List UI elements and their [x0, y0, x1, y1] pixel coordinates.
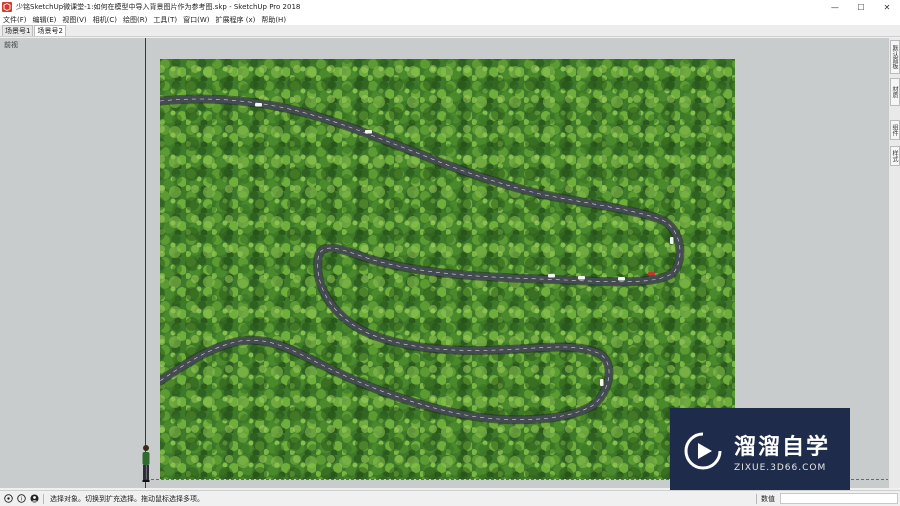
window-controls: — ☐ ✕ — [822, 0, 900, 14]
watermark-brand: 溜溜自学 — [734, 434, 831, 460]
credits-icon[interactable]: i — [16, 494, 26, 504]
scene-tab-2[interactable]: 场景号2 — [34, 25, 66, 36]
menu-edit[interactable]: 编辑(E) — [33, 15, 57, 25]
scene-tab-1[interactable]: 场景号1 — [2, 25, 34, 36]
default-tray: 默认面板 材质 组件 样式 — [888, 38, 900, 488]
play-logo-icon — [684, 432, 722, 469]
user-account-icon[interactable] — [29, 494, 39, 504]
reference-image[interactable] — [160, 59, 735, 479]
maximize-button[interactable]: ☐ — [848, 0, 874, 14]
blue-axis — [145, 38, 146, 488]
tray-tab-materials[interactable]: 材质 — [890, 78, 900, 106]
close-button[interactable]: ✕ — [874, 0, 900, 14]
measurements-label: 数值 — [756, 494, 775, 504]
tray-tab-styles[interactable]: 样式 — [890, 146, 900, 166]
measurements-input[interactable] — [780, 493, 898, 504]
watermark-url: ZIXUE.3D66.COM — [734, 462, 827, 473]
menu-bar: 文件(F) 编辑(E) 视图(V) 相机(C) 绘图(R) 工具(T) 窗口(W… — [0, 14, 900, 25]
scene-tab-bar: 场景号1 场景号2 — [0, 25, 900, 37]
svg-text:i: i — [20, 497, 22, 503]
title-bar: 少铭SketchUp微课堂-1:如何在模型中导入背景图片作为参考图.skp - … — [0, 0, 900, 14]
sketchup-app-icon — [2, 2, 12, 12]
menu-draw[interactable]: 绘图(R) — [123, 15, 147, 25]
status-bar: i 选择对象。切换到扩充选择。拖动鼠标选择多项。 数值 — [0, 490, 900, 506]
menu-window[interactable]: 窗口(W) — [183, 15, 209, 25]
menu-file[interactable]: 文件(F) — [3, 15, 27, 25]
watermark-banner: 溜溜自学 ZIXUE.3D66.COM — [670, 408, 850, 493]
menu-help[interactable]: 帮助(H) — [261, 15, 286, 25]
scale-figure[interactable] — [139, 444, 153, 484]
menu-view[interactable]: 视图(V) — [62, 15, 86, 25]
watermark-text: 溜溜自学 ZIXUE.3D66.COM — [734, 429, 830, 473]
tray-tab-components[interactable]: 组件 — [890, 120, 900, 140]
geolocation-icon[interactable] — [3, 494, 13, 504]
window-title: 少铭SketchUp微课堂-1:如何在模型中导入背景图片作为参考图.skp - … — [16, 3, 301, 11]
tray-tab-default[interactable]: 默认面板 — [890, 40, 900, 74]
sketchup-window: 少铭SketchUp微课堂-1:如何在模型中导入背景图片作为参考图.skp - … — [0, 0, 900, 506]
menu-camera[interactable]: 相机(C) — [93, 15, 117, 25]
menu-extensions[interactable]: 扩展程序 (x) — [215, 15, 255, 25]
view-name-label: 前视 — [4, 41, 18, 49]
status-hint: 选择对象。切换到扩充选择。拖动鼠标选择多项。 — [50, 494, 204, 503]
minimize-button[interactable]: — — [822, 0, 848, 14]
menu-tools[interactable]: 工具(T) — [153, 15, 177, 25]
status-divider — [43, 493, 44, 504]
